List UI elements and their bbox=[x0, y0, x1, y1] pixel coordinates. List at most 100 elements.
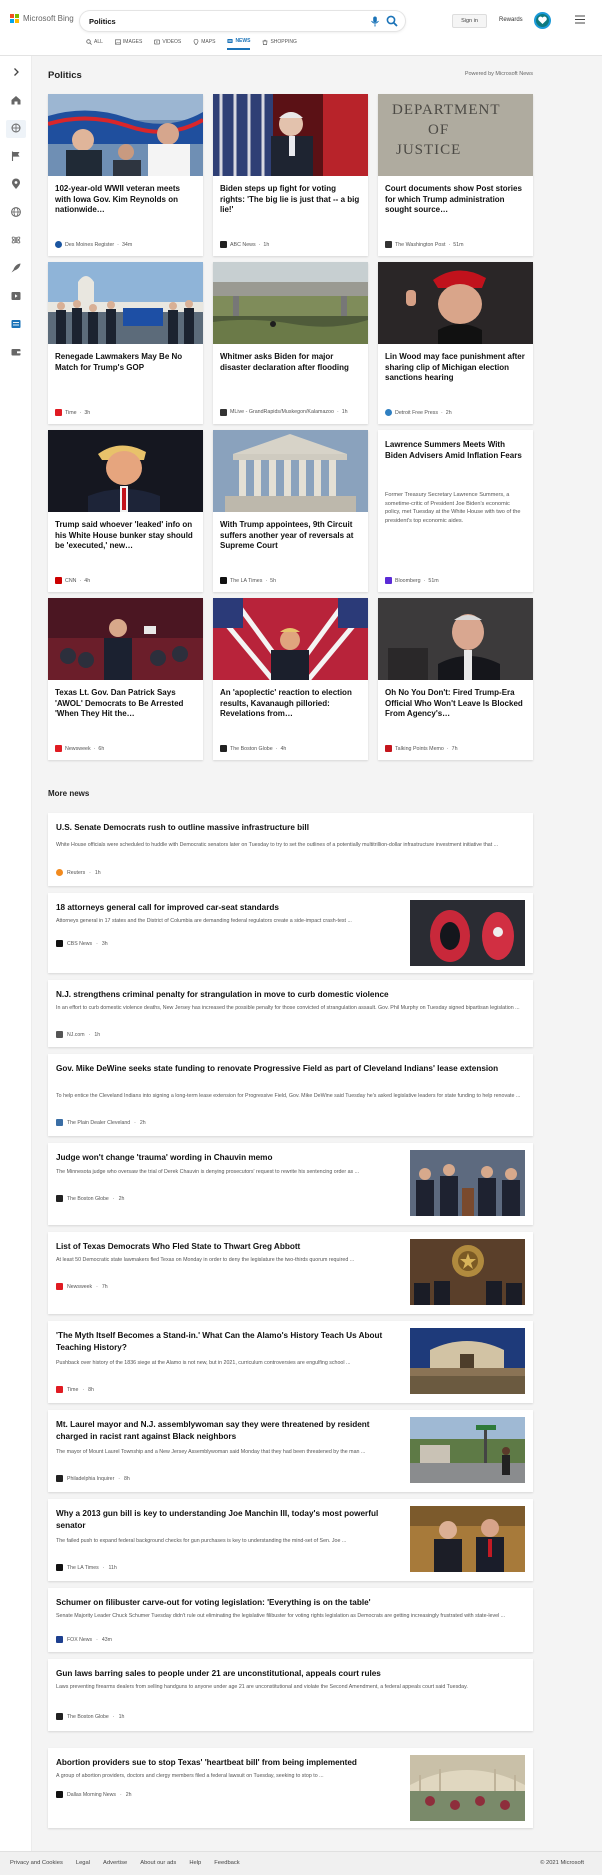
card-title[interactable]: With Trump appointees, 9th Circuit suffe… bbox=[220, 520, 361, 552]
news-title[interactable]: Mt. Laurel mayor and N.J. assemblywoman … bbox=[56, 1419, 401, 1443]
footer-link-advertise[interactable]: Advertise bbox=[103, 1860, 127, 1866]
publisher-logo-icon bbox=[56, 1195, 63, 1202]
news-title[interactable]: 'The Myth Itself Becomes a Stand-in.' Wh… bbox=[56, 1330, 401, 1354]
news-card[interactable]: Renegade Lawmakers May Be No Match for T… bbox=[48, 262, 203, 424]
more-news-item[interactable]: Why a 2013 gun bill is key to understand… bbox=[48, 1499, 533, 1581]
source-name: NJ.com bbox=[67, 1031, 85, 1038]
news-source: NJ.com · 1h bbox=[56, 1031, 100, 1038]
news-title[interactable]: N.J. strengthens criminal penalty for st… bbox=[56, 989, 526, 1001]
hamburger-menu-icon[interactable] bbox=[575, 15, 585, 24]
source-name: Talking Points Memo bbox=[395, 745, 444, 752]
tab-maps[interactable]: MAPS bbox=[193, 38, 215, 50]
news-title[interactable]: List of Texas Democrats Who Fled State t… bbox=[56, 1241, 401, 1253]
more-news-item[interactable]: List of Texas Democrats Who Fled State t… bbox=[48, 1232, 533, 1314]
tab-images[interactable]: IMAGES bbox=[114, 38, 142, 50]
bing-logo[interactable]: Microsoft Bing bbox=[10, 14, 74, 23]
card-title[interactable]: Lin Wood may face punishment after shari… bbox=[385, 352, 526, 384]
collapse-icon[interactable] bbox=[10, 66, 22, 78]
source-name: Bloomberg bbox=[395, 577, 421, 584]
footer-link-privacy[interactable]: Privacy and Cookies bbox=[10, 1860, 63, 1866]
globe-icon[interactable] bbox=[10, 206, 22, 218]
timestamp: 11h bbox=[108, 1564, 117, 1571]
news-card[interactable]: Whitmer asks Biden for major disaster de… bbox=[213, 262, 368, 424]
more-news-item[interactable]: 'The Myth Itself Becomes a Stand-in.' Wh… bbox=[48, 1321, 533, 1403]
entertainment-icon[interactable] bbox=[10, 290, 22, 302]
news-card[interactable]: Texas Lt. Gov. Dan Patrick Says 'AWOL' D… bbox=[48, 598, 203, 760]
publisher-logo-icon bbox=[56, 1564, 63, 1571]
news-card[interactable]: An 'apoplectic' reaction to election res… bbox=[213, 598, 368, 760]
home-icon[interactable] bbox=[10, 94, 22, 106]
rewards-link[interactable]: Rewards bbox=[499, 17, 523, 23]
wallet-icon[interactable] bbox=[10, 346, 22, 358]
footer-link-feedback[interactable]: Feedback bbox=[214, 1860, 239, 1866]
search-box[interactable] bbox=[80, 11, 405, 31]
timestamp: 5h bbox=[270, 577, 277, 584]
rocket-icon[interactable] bbox=[10, 262, 22, 274]
footer-link-legal[interactable]: Legal bbox=[76, 1860, 90, 1866]
more-news-item[interactable]: Abortion providers sue to stop Texas' 'h… bbox=[48, 1748, 533, 1828]
news-card[interactable]: DEPARTMENT OF JUSTICE Court documents sh… bbox=[378, 94, 533, 256]
search-icon[interactable] bbox=[386, 15, 398, 27]
news-card[interactable]: Trump said whoever 'leaked' info on his … bbox=[48, 430, 203, 592]
news-title[interactable]: Why a 2013 gun bill is key to understand… bbox=[56, 1508, 401, 1532]
tab-videos[interactable]: VIDEOS bbox=[154, 38, 181, 50]
source-name: CBS News bbox=[67, 940, 93, 947]
news-card[interactable]: Oh No You Don't: Fired Trump-Era Officia… bbox=[378, 598, 533, 760]
news-icon[interactable] bbox=[10, 318, 22, 330]
news-card[interactable]: Biden steps up fight for voting rights: … bbox=[213, 94, 368, 256]
card-title[interactable]: Court documents show Post stories for wh… bbox=[385, 184, 526, 216]
more-news-item[interactable]: N.J. strengthens criminal penalty for st… bbox=[48, 980, 533, 1047]
news-image: DEPARTMENT OF JUSTICE bbox=[378, 94, 533, 176]
tab-label: ALL bbox=[94, 39, 103, 45]
more-news-item[interactable]: Schumer on filibuster carve-out for voti… bbox=[48, 1588, 533, 1652]
news-card[interactable]: Lin Wood may face punishment after shari… bbox=[378, 262, 533, 424]
news-title[interactable]: U.S. Senate Democrats rush to outline ma… bbox=[56, 822, 526, 834]
news-card[interactable]: 102-year-old WWII veteran meets with Iow… bbox=[48, 94, 203, 256]
more-news-item[interactable]: Judge won't change 'trauma' wording in C… bbox=[48, 1143, 533, 1225]
card-title[interactable]: Texas Lt. Gov. Dan Patrick Says 'AWOL' D… bbox=[55, 688, 196, 720]
news-title[interactable]: Judge won't change 'trauma' wording in C… bbox=[56, 1152, 401, 1164]
search-input[interactable] bbox=[89, 14, 339, 28]
location-icon[interactable] bbox=[10, 178, 22, 190]
more-news-item[interactable]: U.S. Senate Democrats rush to outline ma… bbox=[48, 813, 533, 886]
microphone-icon[interactable] bbox=[370, 16, 380, 27]
footer-link-about-ads[interactable]: About our ads bbox=[140, 1860, 176, 1866]
timestamp: 8h bbox=[88, 1386, 94, 1393]
tab-all[interactable]: ALL bbox=[86, 38, 103, 50]
rewards-badge-icon[interactable] bbox=[534, 12, 551, 29]
news-image bbox=[213, 94, 368, 176]
publisher-logo-icon bbox=[56, 1119, 63, 1126]
news-title[interactable]: 18 attorneys general call for improved c… bbox=[56, 902, 401, 914]
news-title[interactable]: Abortion providers sue to stop Texas' 'h… bbox=[56, 1757, 401, 1769]
card-title[interactable]: Biden steps up fight for voting rights: … bbox=[220, 184, 361, 216]
source-name: Detroit Free Press bbox=[395, 409, 438, 416]
news-title[interactable]: Schumer on filibuster carve-out for voti… bbox=[56, 1597, 526, 1609]
card-title[interactable]: Renegade Lawmakers May Be No Match for T… bbox=[55, 352, 196, 373]
news-card[interactable]: With Trump appointees, 9th Circuit suffe… bbox=[213, 430, 368, 592]
card-title[interactable]: Trump said whoever 'leaked' info on his … bbox=[55, 520, 196, 552]
search-tabs: ALL IMAGES VIDEOS MAPS NEWS SHOPPING bbox=[86, 38, 297, 50]
tab-news[interactable]: NEWS bbox=[227, 38, 251, 50]
card-title[interactable]: 102-year-old WWII veteran meets with Iow… bbox=[55, 184, 196, 216]
more-news-item[interactable]: Mt. Laurel mayor and N.J. assemblywoman … bbox=[48, 1410, 533, 1492]
card-title[interactable]: Oh No You Don't: Fired Trump-Era Officia… bbox=[385, 688, 526, 720]
news-title[interactable]: Gun laws barring sales to people under 2… bbox=[56, 1668, 526, 1680]
news-image bbox=[213, 262, 368, 344]
card-title[interactable]: Whitmer asks Biden for major disaster de… bbox=[220, 352, 361, 373]
timestamp: 8h bbox=[124, 1475, 130, 1482]
flag-icon[interactable] bbox=[10, 150, 22, 162]
card-title[interactable]: An 'apoplectic' reaction to election res… bbox=[220, 688, 361, 720]
news-image bbox=[213, 598, 368, 680]
card-title[interactable]: Lawrence Summers Meets With Biden Advise… bbox=[385, 440, 526, 461]
sports-icon[interactable] bbox=[10, 122, 22, 134]
more-news-item[interactable]: Gun laws barring sales to people under 2… bbox=[48, 1659, 533, 1731]
more-news-item[interactable]: Gov. Mike DeWine seeks state funding to … bbox=[48, 1054, 533, 1136]
section-title: Politics bbox=[48, 70, 82, 81]
more-news-item[interactable]: 18 attorneys general call for improved c… bbox=[48, 893, 533, 973]
footer-link-help[interactable]: Help bbox=[189, 1860, 201, 1866]
sign-in-button[interactable]: Sign in bbox=[452, 14, 487, 28]
news-card[interactable]: Lawrence Summers Meets With Biden Advise… bbox=[378, 430, 533, 592]
news-title[interactable]: Gov. Mike DeWine seeks state funding to … bbox=[56, 1063, 526, 1075]
tab-shopping[interactable]: SHOPPING bbox=[262, 38, 297, 50]
science-icon[interactable] bbox=[10, 234, 22, 246]
